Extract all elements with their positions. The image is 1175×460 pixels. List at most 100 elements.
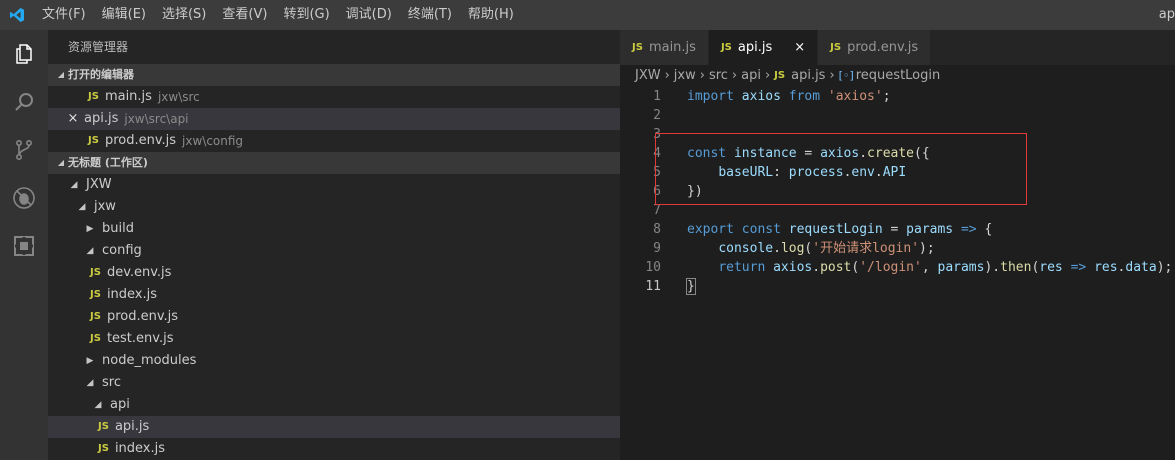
js-file-icon: JS (90, 289, 101, 300)
js-file-icon: JS (90, 333, 101, 344)
code-line: 2 (620, 106, 1175, 125)
workspace-label: 无标题 (工作区) (68, 156, 148, 169)
tree-folder-api[interactable]: ◢ api (48, 394, 620, 416)
line-number: 11 (645, 279, 661, 294)
code-line: 7 (620, 201, 1175, 220)
tree-folder-jxw-root[interactable]: ◢ JXW (48, 174, 620, 196)
close-icon[interactable]: × (794, 40, 805, 55)
menu-view[interactable]: 查看(V) (214, 0, 275, 30)
open-editor-prod-env-js[interactable]: JS prod.env.js jxw\config (48, 130, 620, 152)
menu-selection[interactable]: 选择(S) (154, 0, 214, 30)
breadcrumb-item[interactable]: src (709, 65, 728, 87)
tree-label: index.js (114, 441, 166, 456)
chevron-right-icon: › (664, 68, 670, 83)
vscode-logo-icon (0, 0, 34, 30)
source-control-icon[interactable] (0, 126, 48, 174)
editor-tabs: JS main.js JS api.js × JS prod.env.js (620, 30, 1175, 65)
explorer-icon[interactable] (0, 30, 48, 78)
js-file-icon: JS (774, 70, 786, 81)
code-line: 5 baseURL: process.env.API (620, 163, 1175, 182)
code-text: import axios from 'axios'; (687, 89, 891, 104)
menu-debug[interactable]: 调试(D) (338, 0, 400, 30)
js-file-icon: JS (98, 421, 109, 432)
chevron-down-icon: ◢ (86, 378, 94, 388)
breadcrumb: JXW › jxw › src › api › JS api.js › [◦] … (620, 65, 1175, 87)
open-editor-main-js[interactable]: JS main.js jxw\src (48, 86, 620, 108)
code-editor[interactable]: 1 import axios from 'axios'; 2 3 4 const… (620, 87, 1175, 296)
breadcrumb-file[interactable]: api.js (791, 65, 825, 87)
code-line: 3 (620, 125, 1175, 144)
line-number: 4 (653, 146, 661, 161)
chevron-down-icon: ◢ (94, 400, 102, 410)
window-title: ap (1158, 7, 1175, 22)
js-file-icon: JS (632, 42, 643, 53)
menu-help[interactable]: 帮助(H) (460, 0, 522, 30)
line-number: 3 (653, 127, 661, 142)
line-number: 8 (653, 222, 661, 237)
code-line: 9 console.log('开始请求login'); (620, 239, 1175, 258)
menu-go[interactable]: 转到(G) (275, 0, 337, 30)
tree-file-dev-env-js[interactable]: JS dev.env.js (48, 262, 620, 284)
sidebar-title: 资源管理器 (68, 40, 129, 54)
menu-file[interactable]: 文件(F) (34, 0, 94, 30)
menu-terminal[interactable]: 终端(T) (400, 0, 460, 30)
tree-folder-src[interactable]: ◢ src (48, 372, 620, 394)
code-text: export const requestLogin = params => { (687, 222, 993, 237)
tab-label: prod.env.js (847, 40, 919, 55)
code-line: 10 return axios.post('/login', params).t… (620, 258, 1175, 277)
tree-file-prod-env-js[interactable]: JS prod.env.js (48, 306, 620, 328)
chevron-down-icon: ◢ (86, 246, 94, 256)
debug-icon[interactable] (0, 174, 48, 222)
breadcrumb-symbol[interactable]: requestLogin (856, 65, 941, 87)
extensions-icon[interactable] (0, 222, 48, 270)
breadcrumb-item[interactable]: JXW (635, 65, 661, 87)
breadcrumb-item[interactable]: api (741, 65, 761, 87)
code-text: console.log('开始请求login'); (718, 241, 935, 256)
tree-label: config (102, 243, 142, 258)
symbol-variable-icon: [◦] (838, 69, 854, 82)
breadcrumb-item[interactable]: jxw (674, 65, 696, 87)
tree-file-index-js[interactable]: JS index.js (48, 438, 620, 460)
menu-bar: 文件(F) 编辑(E) 选择(S) 查看(V) 转到(G) 调试(D) 终端(T… (34, 0, 522, 30)
open-editor-name: api.js (84, 111, 119, 126)
js-file-icon: JS (88, 135, 99, 146)
tab-api-js[interactable]: JS api.js × (708, 30, 819, 65)
chevron-down-icon: ◢ (78, 202, 86, 212)
open-editor-path: jxw\config (182, 134, 244, 148)
code-line: 4 const instance = axios.create({ (620, 144, 1175, 163)
tab-label: main.js (648, 40, 696, 55)
line-number: 1 (653, 89, 661, 104)
search-icon[interactable] (0, 78, 48, 126)
line-number: 9 (653, 241, 661, 256)
line-number: 5 (653, 165, 661, 180)
tree-folder-node-modules[interactable]: ▶ node_modules (48, 350, 620, 372)
open-editor-api-js[interactable]: × api.js jxw\src\api (48, 108, 620, 130)
chevron-right-icon: › (829, 68, 835, 83)
tree-label: api.js (114, 419, 150, 434)
tab-prod-env-js[interactable]: JS prod.env.js (818, 30, 932, 65)
workspace-header[interactable]: ◢ 无标题 (工作区) (48, 152, 620, 174)
tree-file-index-js[interactable]: JS index.js (48, 284, 620, 306)
line-number: 10 (645, 260, 661, 275)
code-line: 11 } (620, 277, 1175, 296)
tree-label: src (102, 375, 121, 390)
js-file-icon: JS (720, 42, 732, 53)
open-editor-name: main.js (104, 89, 152, 104)
chevron-right-icon: › (699, 68, 705, 83)
tree-folder-build[interactable]: ▶ build (48, 218, 620, 240)
menu-edit[interactable]: 编辑(E) (94, 0, 154, 30)
tree-label: node_modules (102, 353, 197, 368)
tree-file-test-env-js[interactable]: JS test.env.js (48, 328, 620, 350)
open-editor-path: jxw\src (157, 90, 200, 104)
open-editors-header[interactable]: ◢ 打开的编辑器 (48, 64, 620, 86)
tree-folder-config[interactable]: ◢ config (48, 240, 620, 262)
open-editor-path: jxw\src\api (124, 112, 189, 126)
close-icon[interactable]: × (62, 108, 84, 130)
tab-main-js[interactable]: JS main.js (620, 30, 709, 65)
tree-folder-jxw[interactable]: ◢ jxw (48, 196, 620, 218)
line-number: 2 (653, 108, 661, 123)
line-number: 6 (653, 184, 661, 199)
tree-file-api-js[interactable]: JS api.js (48, 416, 620, 438)
tab-label: api.js (737, 40, 773, 55)
